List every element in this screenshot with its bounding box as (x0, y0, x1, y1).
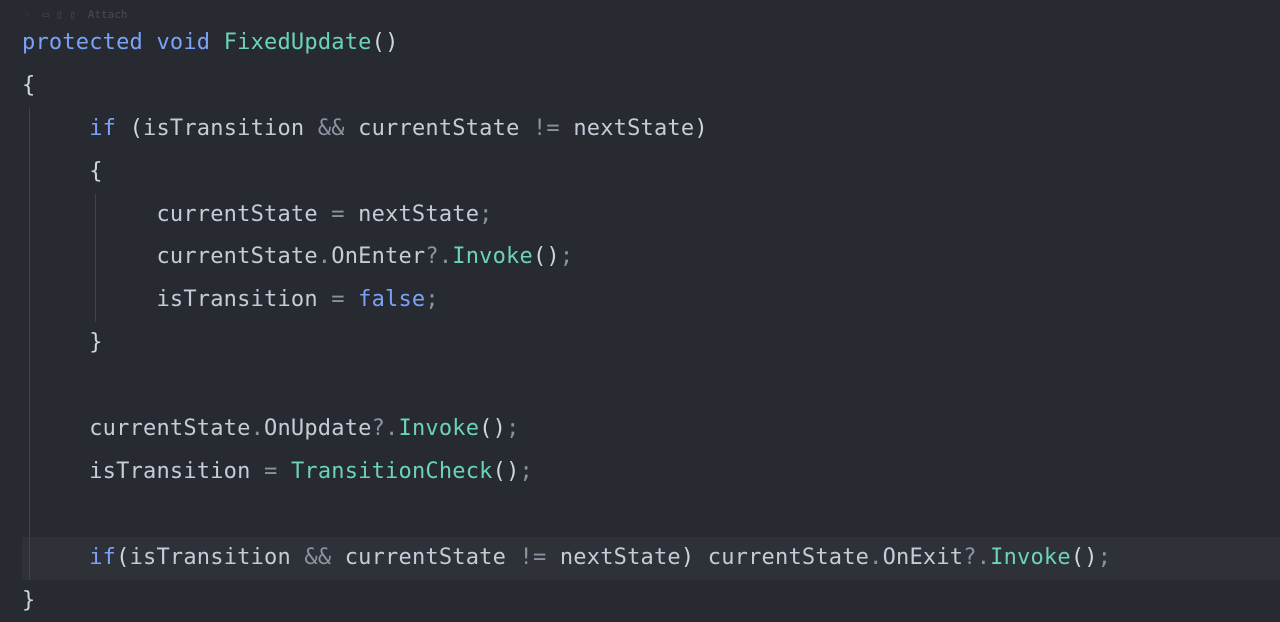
paren: ) (681, 545, 694, 570)
identifier: currentState (89, 416, 250, 441)
method-name: FixedUpdate (224, 30, 372, 55)
identifier: isTransition (89, 459, 250, 484)
code-line[interactable]: { (22, 65, 1280, 108)
code-line[interactable]: if(isTransition && currentState != nextS… (22, 537, 1280, 580)
paren: ( (130, 116, 143, 141)
paren: ) (493, 416, 506, 441)
operator: && (318, 116, 345, 141)
paren: ) (506, 459, 519, 484)
indent-guide (29, 537, 30, 580)
code-editor[interactable]: ◦ ▭ ▯ ▯ Attach protected void FixedUpdat… (0, 0, 1280, 622)
semicolon: ; (425, 287, 438, 312)
code-line[interactable]: } (22, 580, 1280, 622)
brace: } (89, 330, 102, 355)
paren: ( (372, 30, 385, 55)
property: OnUpdate (264, 416, 372, 441)
identifier: isTransition (143, 116, 304, 141)
code-line[interactable]: protected void FixedUpdate() (22, 22, 1280, 65)
identifier: currentState (708, 545, 869, 570)
keyword: protected (22, 30, 143, 55)
semicolon: ; (1098, 545, 1111, 570)
paren: ( (533, 244, 546, 269)
semicolon: ; (520, 459, 533, 484)
identifier: currentState (358, 116, 519, 141)
code-line[interactable] (22, 494, 1280, 537)
paren: ( (1071, 545, 1084, 570)
method-name: Invoke (452, 244, 533, 269)
operator: . (439, 244, 452, 269)
indent-guide (29, 236, 30, 279)
operator: != (520, 545, 547, 570)
code-line[interactable]: currentState.OnEnter?.Invoke(); (22, 236, 1280, 279)
operator: = (331, 287, 344, 312)
code-line[interactable] (22, 365, 1280, 408)
brace: { (22, 73, 35, 98)
indent-guide (29, 322, 30, 365)
method-name: Invoke (990, 545, 1071, 570)
code-line[interactable]: currentState = nextState; (22, 194, 1280, 237)
paren: ( (493, 459, 506, 484)
identifier: nextState (358, 202, 479, 227)
identifier: currentState (156, 244, 317, 269)
operator: ? (425, 244, 438, 269)
code-line[interactable]: isTransition = false; (22, 279, 1280, 322)
editor-toolbar: ◦ ▭ ▯ ▯ Attach (0, 8, 1280, 22)
boolean: false (358, 287, 425, 312)
keyword: if (89, 116, 116, 141)
operator: = (264, 459, 277, 484)
operator: . (251, 416, 264, 441)
indent-guide (29, 451, 30, 494)
keyword: void (156, 30, 210, 55)
property: OnExit (883, 545, 964, 570)
identifier: currentState (156, 202, 317, 227)
indent-guide (95, 236, 96, 279)
method-name: TransitionCheck (291, 459, 493, 484)
identifier: isTransition (156, 287, 317, 312)
identifier: isTransition (130, 545, 291, 570)
indent-guide (29, 279, 30, 322)
indent-guide (29, 108, 30, 151)
operator: = (331, 202, 344, 227)
identifier: currentState (345, 545, 506, 570)
paren: ) (1084, 545, 1097, 570)
indent-guide (29, 194, 30, 237)
identifier: nextState (573, 116, 694, 141)
code-line[interactable]: if (isTransition && currentState != next… (22, 108, 1280, 151)
operator: ? (963, 545, 976, 570)
indent-guide (29, 408, 30, 451)
semicolon: ; (560, 244, 573, 269)
operator: != (533, 116, 560, 141)
paren: ) (385, 30, 398, 55)
identifier: nextState (560, 545, 681, 570)
semicolon: ; (479, 202, 492, 227)
brace: } (22, 588, 35, 613)
keyword: if (89, 545, 116, 570)
indent-guide (29, 365, 30, 408)
brace: { (89, 159, 102, 184)
method-name: Invoke (399, 416, 480, 441)
indent-guide (29, 151, 30, 194)
property: OnEnter (331, 244, 425, 269)
indent-guide (29, 494, 30, 537)
paren: ( (479, 416, 492, 441)
operator: && (304, 545, 331, 570)
paren: ) (546, 244, 559, 269)
paren: ( (116, 545, 129, 570)
operator: . (385, 416, 398, 441)
semicolon: ; (506, 416, 519, 441)
code-line[interactable]: currentState.OnUpdate?.Invoke(); (22, 408, 1280, 451)
operator: . (318, 244, 331, 269)
code-line[interactable]: } (22, 322, 1280, 365)
paren: ) (694, 116, 707, 141)
indent-guide (95, 279, 96, 322)
indent-guide (95, 194, 96, 237)
operator: . (977, 545, 990, 570)
operator: ? (372, 416, 385, 441)
code-line[interactable]: isTransition = TransitionCheck(); (22, 451, 1280, 494)
code-line[interactable]: { (22, 151, 1280, 194)
operator: . (869, 545, 882, 570)
code-block[interactable]: protected void FixedUpdate() { if (isTra… (0, 22, 1280, 622)
